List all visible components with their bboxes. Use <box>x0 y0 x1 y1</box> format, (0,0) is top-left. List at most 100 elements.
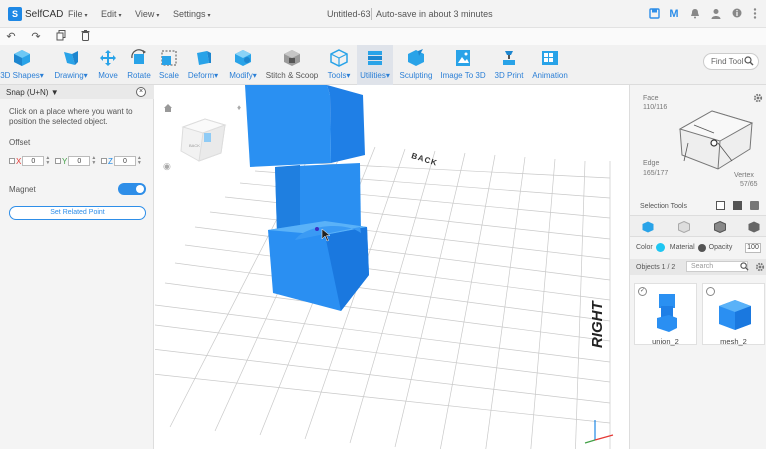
menu-settings[interactable]: Settings ▾ <box>173 9 211 19</box>
tool-label: Modify <box>229 71 253 80</box>
offset-z: Z 0 ▲ ▼ <box>101 156 142 166</box>
save-icon[interactable] <box>648 8 660 20</box>
tool-image-to-3d[interactable]: Image To 3D <box>439 45 487 85</box>
light-bulb-icon[interactable]: ♦ <box>237 103 245 113</box>
tool-animation[interactable]: Animation <box>530 45 570 85</box>
color-swatch[interactable] <box>655 243 665 252</box>
search-icon[interactable] <box>740 262 749 271</box>
object-select-checkbox[interactable]: ✓ <box>638 287 647 296</box>
right-grid-label: RIGHT <box>589 301 606 348</box>
deform-icon <box>197 51 211 65</box>
snap-panel-header: Snap (U+N) ▼ × <box>0 85 154 99</box>
trash-icon[interactable] <box>79 30 91 44</box>
view-cube-face-label: BACK <box>189 143 200 148</box>
tool-modify[interactable]: Modify▾ <box>226 45 260 85</box>
tool-drawing[interactable]: Drawing▾ <box>52 45 90 85</box>
object-mode-icon[interactable] <box>642 221 654 233</box>
magnet-toggle[interactable] <box>118 183 146 195</box>
tool-stitch-scoop[interactable]: Stitch & Scoop <box>265 45 319 85</box>
objects-search-input[interactable]: Search <box>686 261 748 272</box>
opacity-input[interactable]: 100 <box>745 243 761 253</box>
magnet-label: Magnet <box>9 185 36 194</box>
document-title[interactable]: Untitled-63 <box>327 9 371 19</box>
app-logo[interactable]: S SelfCAD <box>8 7 63 21</box>
menu-file[interactable]: File ▾ <box>68 9 88 19</box>
menu-edit[interactable]: Edit ▾ <box>101 9 122 19</box>
offset-y-input[interactable]: 0 <box>68 156 91 166</box>
tool-3d-shapes[interactable]: 3D Shapes▾ <box>0 45 44 85</box>
offset-x-input[interactable]: 0 <box>22 156 45 166</box>
floor-grid <box>155 144 611 449</box>
set-related-point-button[interactable]: Set Related Point <box>9 206 146 220</box>
edge-label: Edge <box>643 160 660 167</box>
object-card-mesh-2[interactable] <box>702 283 765 345</box>
tool-deform[interactable]: Deform▾ <box>185 45 221 85</box>
tool-utilities[interactable]: Utilities▾ <box>357 45 393 85</box>
3d-viewport[interactable]: BACK RIGHT BACK ♦ ◉ <box>155 85 629 449</box>
offset-label: Offset <box>9 138 31 147</box>
close-icon[interactable]: × <box>136 87 146 97</box>
tool-rotate[interactable]: Rotate <box>125 45 153 85</box>
tool-3d-print[interactable]: 3D Print <box>493 45 525 85</box>
title-divider <box>371 8 372 20</box>
stepper-icon[interactable]: ▲ ▼ <box>137 156 142 166</box>
copy-icon[interactable] <box>55 30 67 44</box>
edge-mode-icon[interactable] <box>714 221 726 233</box>
union-2-object[interactable] <box>245 85 369 311</box>
axis-z-label: Z <box>108 156 113 166</box>
select-box-icon[interactable] <box>716 201 725 210</box>
menu-edit-label: Edit <box>101 9 117 19</box>
view-cube[interactable]: BACK <box>179 111 229 163</box>
user-icon[interactable] <box>710 8 722 20</box>
home-view-icon[interactable] <box>163 103 173 113</box>
tool-sculpting[interactable]: Sculpting <box>398 45 434 85</box>
axis-y-label: Y <box>62 156 68 166</box>
tool-scale[interactable]: Scale <box>157 45 181 85</box>
edge-count: 165/177 <box>643 170 669 177</box>
selection-mode-cube[interactable] <box>670 103 758 175</box>
tool-tools[interactable]: Tools▾ <box>324 45 354 85</box>
offset-z-checkbox[interactable] <box>101 158 107 164</box>
select-group-icon[interactable] <box>750 201 759 210</box>
snap-panel: Snap (U+N) ▼ × Click on a place where yo… <box>0 85 154 449</box>
face-mode-icon[interactable] <box>678 221 690 233</box>
selection-mode-row <box>630 215 766 237</box>
axis-x-label: X <box>16 156 22 166</box>
tool-label: 3D Shapes <box>0 71 40 80</box>
cube-icon <box>14 50 30 66</box>
object-select-checkbox[interactable] <box>706 287 715 296</box>
stepper-icon[interactable]: ▲ ▼ <box>45 156 50 166</box>
objects-count: Objects 1 / 2 <box>636 264 676 271</box>
snap-title-text: Snap (U+N) <box>6 88 49 97</box>
bell-icon[interactable] <box>689 8 701 20</box>
m-icon[interactable]: M <box>668 8 680 20</box>
color-label: Color <box>636 244 653 251</box>
vertex-mode-icon[interactable] <box>748 221 760 233</box>
select-cube-icon[interactable] <box>733 201 742 210</box>
stepper-icon[interactable]: ▲ ▼ <box>91 156 96 166</box>
menu-view[interactable]: View ▾ <box>135 9 159 19</box>
material-label[interactable]: Material <box>670 244 695 251</box>
search-icon[interactable] <box>744 56 754 66</box>
tool-move[interactable]: Move <box>95 45 121 85</box>
offset-z-input[interactable]: 0 <box>113 156 136 166</box>
print-icon <box>503 51 515 65</box>
quick-action-bar: ↶ ↷ <box>0 28 766 45</box>
color-row: Color Material Opacity <box>636 243 732 252</box>
offset-y-checkbox[interactable] <box>55 158 61 164</box>
gear-icon[interactable] <box>753 93 763 103</box>
light-bulb-icon[interactable]: ◉ <box>163 161 173 171</box>
undo-icon[interactable]: ↶ <box>5 30 17 43</box>
info-icon[interactable] <box>731 8 743 20</box>
chevron-down-icon: ▾ <box>156 13 160 19</box>
more-icon[interactable] <box>749 8 761 20</box>
redo-icon[interactable]: ↷ <box>30 30 42 43</box>
offset-x-checkbox[interactable] <box>9 158 15 164</box>
tool-label: Move <box>98 71 118 80</box>
tool-label: Deform <box>187 71 215 80</box>
opacity-label: Opacity <box>708 244 733 251</box>
snap-panel-title[interactable]: Snap (U+N) ▼ <box>6 88 59 97</box>
chevron-down-icon: ▾ <box>118 13 122 19</box>
object-card-union-2[interactable]: ✓ <box>634 283 697 345</box>
gear-icon[interactable] <box>755 262 765 272</box>
